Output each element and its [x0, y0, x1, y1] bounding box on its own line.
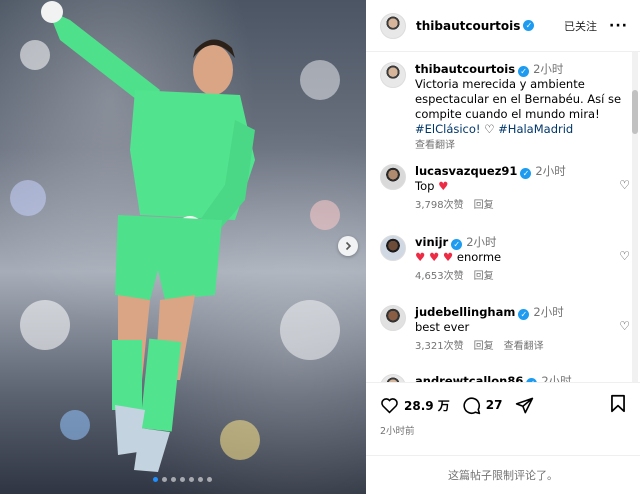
comment-item: judebellingham ✓ 2小时 best ever 3,321次赞 回复 查看… — [380, 305, 630, 354]
save-button[interactable] — [610, 394, 626, 417]
scrollbar-thumb[interactable] — [632, 90, 638, 134]
comment-likes[interactable]: 4,653次赞 — [415, 271, 464, 282]
comment-item: vinijr ✓ 2小时 ♥ ♥ ♥ enorme 4,653次赞 回复 ♡ — [380, 235, 630, 284]
verified-badge-icon: ✓ — [520, 168, 532, 179]
share-button[interactable] — [515, 396, 539, 415]
author-avatar[interactable] — [380, 12, 406, 39]
hashtag-elclasico[interactable]: #ElClásico! — [415, 122, 481, 136]
carousel-dot — [153, 477, 158, 482]
post-timestamp: 2小时前 — [380, 426, 415, 437]
heart-icon — [381, 397, 398, 414]
commenter-avatar[interactable] — [380, 235, 406, 261]
comment-text: best ever — [415, 320, 470, 334]
author-username[interactable]: thibautcourtois — [416, 19, 520, 33]
like-count[interactable]: 28.9 万 — [404, 397, 450, 414]
commenter-avatar[interactable] — [380, 374, 406, 382]
caption-username[interactable]: thibautcourtois — [415, 62, 515, 76]
comment-item: lucasvazquez91 ✓ 2小时 Top ♥ 3,798次赞 回复 ♡ — [380, 164, 630, 213]
verified-badge-icon: ✓ — [518, 66, 530, 77]
chevron-right-icon — [345, 241, 352, 251]
comment-time: 2小时 — [466, 235, 497, 249]
reply-button[interactable]: 回复 — [474, 200, 494, 211]
commenter-avatar[interactable] — [380, 305, 406, 331]
comments-list: thibautcourtois ✓ 2小时 Victoria merecida y … — [366, 52, 640, 382]
comment-likes[interactable]: 3,321次赞 — [415, 341, 464, 352]
comments-limited-notice: 这篇帖子限制评论了。 — [366, 455, 640, 494]
heart-emoji-icon: ♡ — [484, 122, 495, 136]
comment-likes[interactable]: 3,798次赞 — [415, 200, 464, 211]
carousel-next-button[interactable] — [338, 236, 358, 256]
more-options-icon[interactable]: ··· — [609, 18, 628, 34]
carousel-dot — [162, 477, 167, 482]
carousel-dot — [180, 477, 185, 482]
post-header: thibautcourtois ✓ 已关注 ··· — [366, 0, 640, 52]
see-translation-link[interactable]: 查看翻译 — [504, 341, 544, 352]
like-button[interactable]: 28.9 万 — [380, 397, 450, 414]
red-heart-emoji-icon: ♥ ♥ ♥ — [415, 250, 454, 264]
post-side-panel: thibautcourtois ✓ 已关注 ··· thibautcourtoi… — [366, 0, 640, 494]
paper-plane-icon — [515, 397, 533, 413]
hashtag-halamadrid[interactable]: #HalaMadrid — [498, 122, 573, 136]
reply-button[interactable]: 回复 — [474, 341, 494, 352]
caption-text: Victoria merecida y ambiente espectacula… — [415, 77, 622, 121]
red-heart-emoji-icon: ♥ — [438, 179, 449, 193]
comment-text: enorme — [456, 250, 502, 264]
caption-time: 2小时 — [533, 62, 564, 76]
carousel-dot — [189, 477, 194, 482]
comment-time: 2小时 — [535, 164, 566, 178]
verified-badge-icon: ✓ — [451, 239, 463, 250]
following-button[interactable]: 已关注 — [564, 18, 597, 34]
comment-time: 2小时 — [533, 305, 564, 319]
comment-username[interactable]: lucasvazquez91 — [415, 164, 517, 178]
comment-text: Top — [415, 179, 435, 193]
comment-username[interactable]: vinijr — [415, 235, 448, 249]
caption-avatar[interactable] — [380, 62, 406, 88]
commenter-avatar[interactable] — [380, 164, 406, 190]
comment-button[interactable]: 27 — [462, 396, 503, 415]
like-comment-icon[interactable]: ♡ — [619, 178, 630, 192]
carousel-dot — [198, 477, 203, 482]
comment-bubble-icon — [463, 396, 481, 414]
see-translation-link[interactable]: 查看翻译 — [415, 140, 455, 151]
comment-username[interactable]: judebellingham — [415, 305, 515, 319]
caption: thibautcourtois ✓ 2小时 Victoria merecida y … — [380, 62, 630, 153]
comments-scrollbar[interactable] — [632, 52, 638, 382]
carousel-dot — [171, 477, 176, 482]
post-actions: 28.9 万 27 2小时前 — [366, 382, 640, 437]
comment-item-partial: andrewtcallon86✓2小时 — [380, 374, 630, 382]
carousel-indicator — [153, 477, 212, 482]
goalkeeper-figure — [41, 1, 255, 472]
comment-time: 2小时 — [541, 374, 572, 382]
comment-count: 27 — [485, 398, 503, 412]
like-comment-icon[interactable]: ♡ — [619, 249, 630, 263]
comment-username[interactable]: andrewtcallon86 — [415, 374, 523, 382]
reply-button[interactable]: 回复 — [474, 271, 494, 282]
carousel-dot — [207, 477, 212, 482]
verified-badge-icon: ✓ — [523, 20, 535, 31]
like-comment-icon[interactable]: ♡ — [619, 319, 630, 333]
verified-badge-icon: ✓ — [518, 309, 530, 320]
bookmark-icon — [611, 394, 625, 412]
post-photo[interactable] — [0, 0, 366, 494]
